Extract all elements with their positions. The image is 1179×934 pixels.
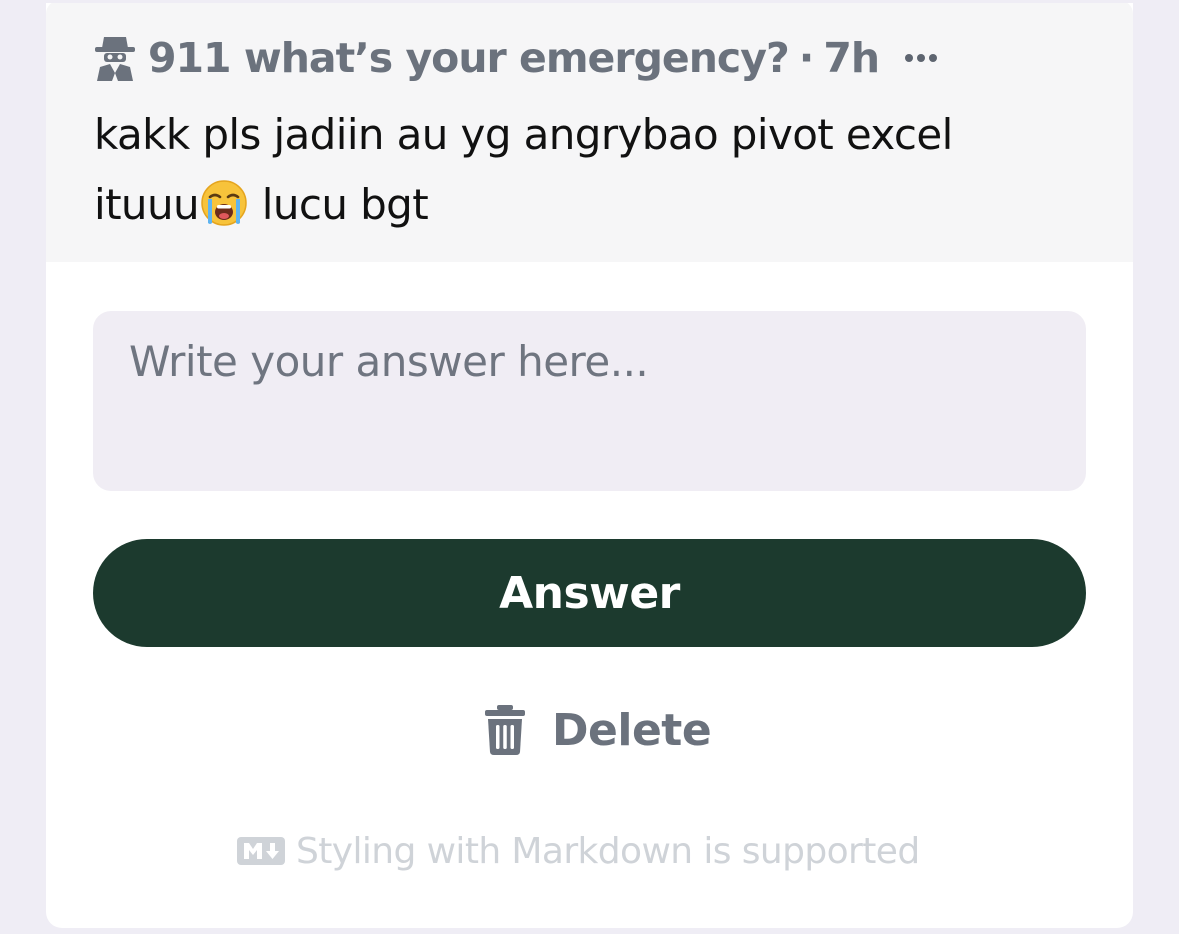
markdown-hint: Styling with Markdown is supported (236, 826, 920, 876)
question-line-2-start: ituuu (94, 180, 200, 229)
question-text: kakk pls jadiin au yg angrybao pivot exc… (94, 100, 1084, 240)
post-time: 7h (823, 34, 880, 82)
loudly-crying-face-emoji-icon (199, 177, 249, 227)
question-header: 911 what’s your emergency? · 7h kakk pls… (46, 0, 1133, 262)
answer-input[interactable] (93, 311, 1086, 491)
question-line-2-end: lucu bgt (249, 180, 429, 229)
more-dots-icon[interactable] (905, 54, 938, 62)
question-card: 911 what’s your emergency? · 7h kakk pls… (46, 0, 1133, 928)
markdown-icon (237, 837, 285, 865)
question-line-1: kakk pls jadiin au yg angrybao pivot exc… (94, 110, 953, 159)
spy-icon (94, 33, 136, 83)
question-line-2: ituuu lucu bgt (94, 170, 1084, 240)
meta-separator: · (798, 34, 815, 82)
markdown-hint-text: Styling with Markdown is supported (296, 830, 920, 872)
author-name[interactable]: 911 what’s your emergency? (148, 34, 790, 82)
delete-button[interactable]: Delete (484, 700, 712, 760)
post-meta: 911 what’s your emergency? · 7h (94, 30, 938, 86)
card-top-edge (46, 0, 1133, 3)
delete-label: Delete (552, 704, 712, 756)
answer-button[interactable]: Answer (93, 539, 1086, 647)
trash-icon (485, 705, 525, 755)
